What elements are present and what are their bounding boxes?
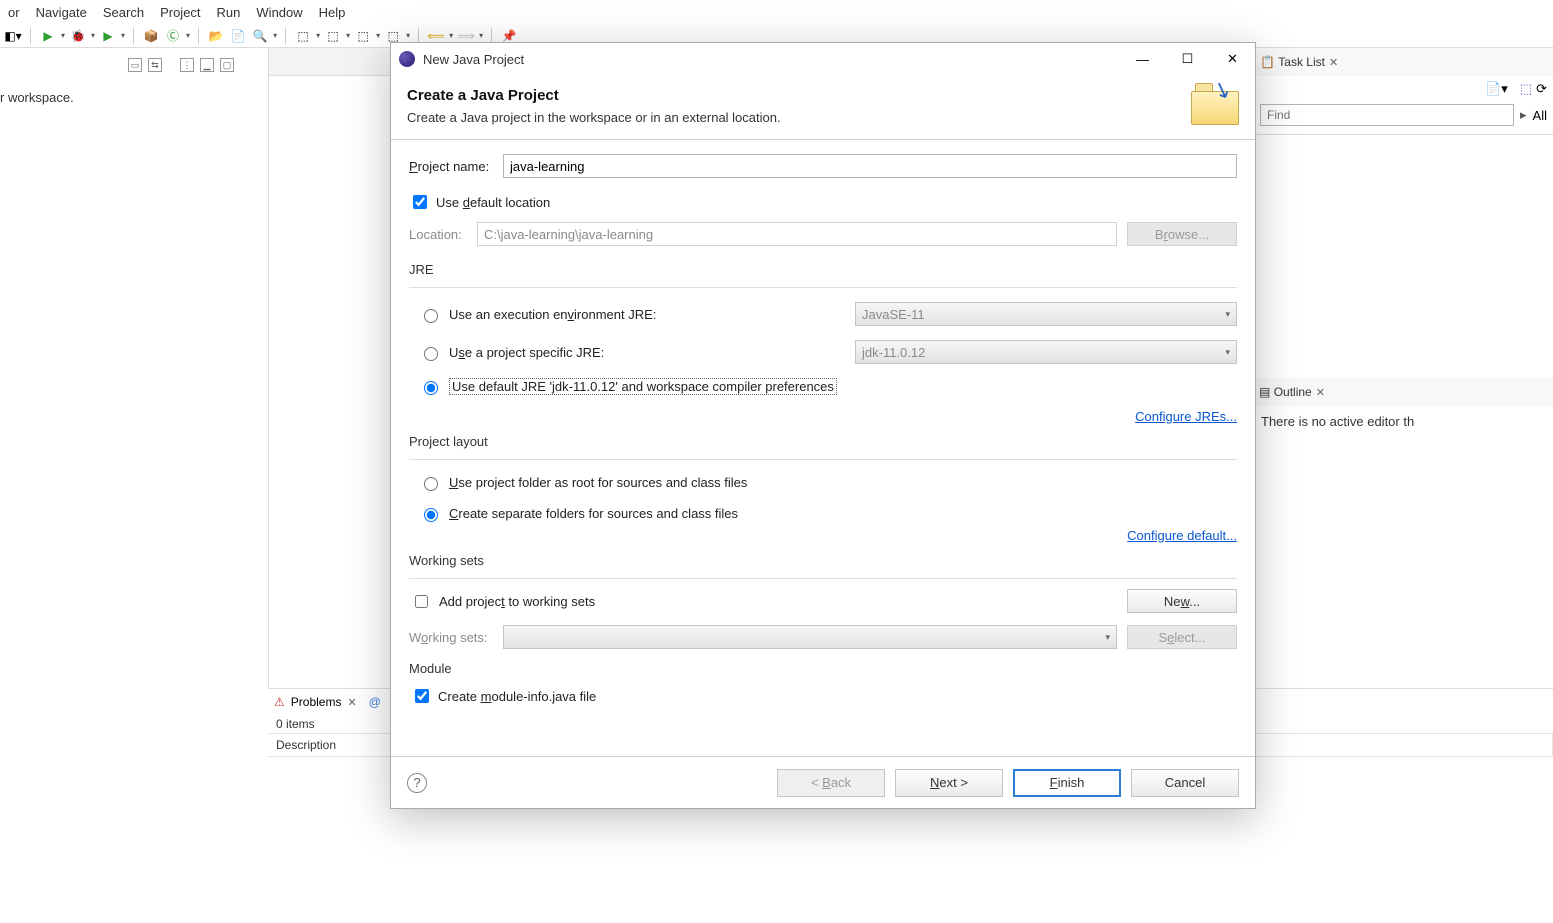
- close-problems-icon[interactable]: ✕: [347, 696, 356, 709]
- outline-view: ▤ Outline ✕ There is no active editor th: [1253, 378, 1553, 437]
- ws-group-label: Working sets: [409, 553, 1237, 568]
- jre-env-label: Use an execution environment JRE:: [449, 307, 656, 322]
- package-explorer-body: r workspace.: [0, 48, 268, 105]
- maximize-button[interactable]: ☐: [1165, 44, 1210, 74]
- outline-body-text: There is no active editor th: [1253, 406, 1553, 437]
- working-sets-label: Working sets:: [409, 630, 493, 645]
- jre-default-radio[interactable]: [424, 381, 438, 395]
- configure-layout-link[interactable]: Configure default...: [1127, 528, 1237, 543]
- menu-bar: or Navigate Search Project Run Window He…: [0, 0, 1553, 24]
- working-sets-new-button[interactable]: New...: [1127, 589, 1237, 613]
- layout-group-label: Project layout: [409, 434, 1237, 449]
- debug-icon[interactable]: 🐞: [69, 27, 87, 45]
- add-to-working-sets-checkbox[interactable]: [415, 595, 428, 608]
- open-type-icon[interactable]: 📂: [207, 27, 225, 45]
- layout-root-label: Use project folder as root for sources a…: [449, 475, 747, 490]
- outline-title: Outline: [1274, 385, 1312, 399]
- cancel-button[interactable]: Cancel: [1131, 769, 1239, 797]
- close-button[interactable]: ✕: [1210, 44, 1255, 74]
- location-input: [477, 222, 1117, 246]
- search-icon[interactable]: 🔍: [251, 27, 269, 45]
- dialog-banner: Create a Java Project Create a Java proj…: [391, 75, 1255, 140]
- use-default-location-label: Use default location: [436, 195, 550, 210]
- menu-item-help[interactable]: Help: [311, 3, 354, 22]
- task-find-all[interactable]: All: [1533, 108, 1547, 123]
- problems-tab[interactable]: Problems: [291, 695, 342, 709]
- dialog-body: Project name: Use default location Locat…: [391, 140, 1255, 756]
- add-to-working-sets-label: Add project to working sets: [439, 594, 595, 609]
- dialog-heading: Create a Java Project: [407, 87, 1191, 104]
- layout-separate-radio[interactable]: [424, 508, 438, 522]
- empty-workspace-text: r workspace.: [0, 90, 260, 105]
- task-list-title: Task List: [1278, 55, 1325, 69]
- help-icon[interactable]: ?: [407, 773, 427, 793]
- dialog-footer: ? < Back Next > Finish Cancel: [391, 756, 1255, 808]
- jre-specific-radio[interactable]: [424, 347, 438, 361]
- layout-root-radio[interactable]: [424, 477, 438, 491]
- project-name-input[interactable]: [503, 154, 1237, 178]
- toolbar-icon[interactable]: ◧▾: [4, 27, 22, 45]
- new-java-project-dialog: New Java Project — ☐ ✕ Create a Java Pro…: [390, 42, 1256, 809]
- next-button[interactable]: Next >: [895, 769, 1003, 797]
- folder-import-icon: ↘: [1191, 83, 1239, 125]
- menu-item-window[interactable]: Window: [248, 3, 310, 22]
- location-label: Location:: [409, 227, 467, 242]
- run-icon[interactable]: ▶: [39, 27, 57, 45]
- dialog-subheading: Create a Java project in the workspace o…: [407, 110, 1191, 125]
- menu-item-run[interactable]: Run: [209, 3, 249, 22]
- create-module-info-checkbox[interactable]: [415, 689, 429, 703]
- close-outline-icon[interactable]: ✕: [1316, 386, 1325, 399]
- dialog-title: New Java Project: [423, 52, 1120, 67]
- menu-item[interactable]: or: [0, 3, 28, 22]
- menu-item-project[interactable]: Project: [152, 3, 208, 22]
- task-filter-icon[interactable]: ⬚: [1520, 81, 1532, 97]
- working-sets-combo: ▾: [503, 625, 1117, 649]
- task-new-icon[interactable]: 📄▾: [1485, 81, 1508, 97]
- problems-icon: ⚠: [274, 695, 285, 709]
- close-view-icon[interactable]: ✕: [1329, 56, 1338, 69]
- minimize-button[interactable]: —: [1120, 44, 1165, 74]
- toggle-icon[interactable]: ⬚: [294, 27, 312, 45]
- menu-item-search[interactable]: Search: [95, 3, 152, 22]
- browse-button: Browse...: [1127, 222, 1237, 246]
- jre-specific-label: Use a project specific JRE:: [449, 345, 604, 360]
- project-name-label: Project name:: [409, 159, 493, 174]
- create-module-info-label: Create module-info.java file: [438, 689, 596, 704]
- toggle2-icon[interactable]: ⬚: [324, 27, 342, 45]
- jre-env-radio[interactable]: [424, 309, 438, 323]
- new-class-icon[interactable]: Ⓒ: [164, 27, 182, 45]
- eclipse-icon: [399, 51, 415, 67]
- jre-default-label: Use default JRE 'jdk-11.0.12' and worksp…: [449, 378, 837, 395]
- at-icon[interactable]: @: [369, 695, 381, 709]
- jre-group-label: JRE: [409, 262, 1237, 277]
- new-package-icon[interactable]: 📦: [142, 27, 160, 45]
- dialog-titlebar[interactable]: New Java Project — ☐ ✕: [391, 43, 1255, 75]
- menu-item-navigate[interactable]: Navigate: [28, 3, 95, 22]
- toggle3-icon[interactable]: ⬚: [354, 27, 372, 45]
- configure-jres-link[interactable]: Configure JREs...: [1135, 409, 1237, 424]
- working-sets-select-button: Select...: [1127, 625, 1237, 649]
- module-group-label: Module: [409, 661, 1237, 676]
- chevron-right-icon: ▸: [1520, 107, 1527, 123]
- open-task-icon[interactable]: 📄: [229, 27, 247, 45]
- back-button: < Back: [777, 769, 885, 797]
- finish-button[interactable]: Finish: [1013, 769, 1121, 797]
- task-sync-icon[interactable]: ⟳: [1536, 81, 1547, 97]
- jre-specific-combo: jdk-11.0.12▾: [855, 340, 1237, 364]
- use-default-location-checkbox[interactable]: [413, 195, 427, 209]
- task-list-icon: 📋: [1260, 55, 1275, 69]
- task-find-input[interactable]: [1260, 104, 1514, 126]
- coverage-icon[interactable]: ▶: [99, 27, 117, 45]
- task-list-view: 📋 Task List ✕ 📄▾ ⬚ ⟳ ▸ All: [1254, 48, 1553, 135]
- layout-separate-label: Create separate folders for sources and …: [449, 506, 738, 521]
- jre-env-combo: JavaSE-11▾: [855, 302, 1237, 326]
- outline-icon: ▤: [1259, 385, 1270, 399]
